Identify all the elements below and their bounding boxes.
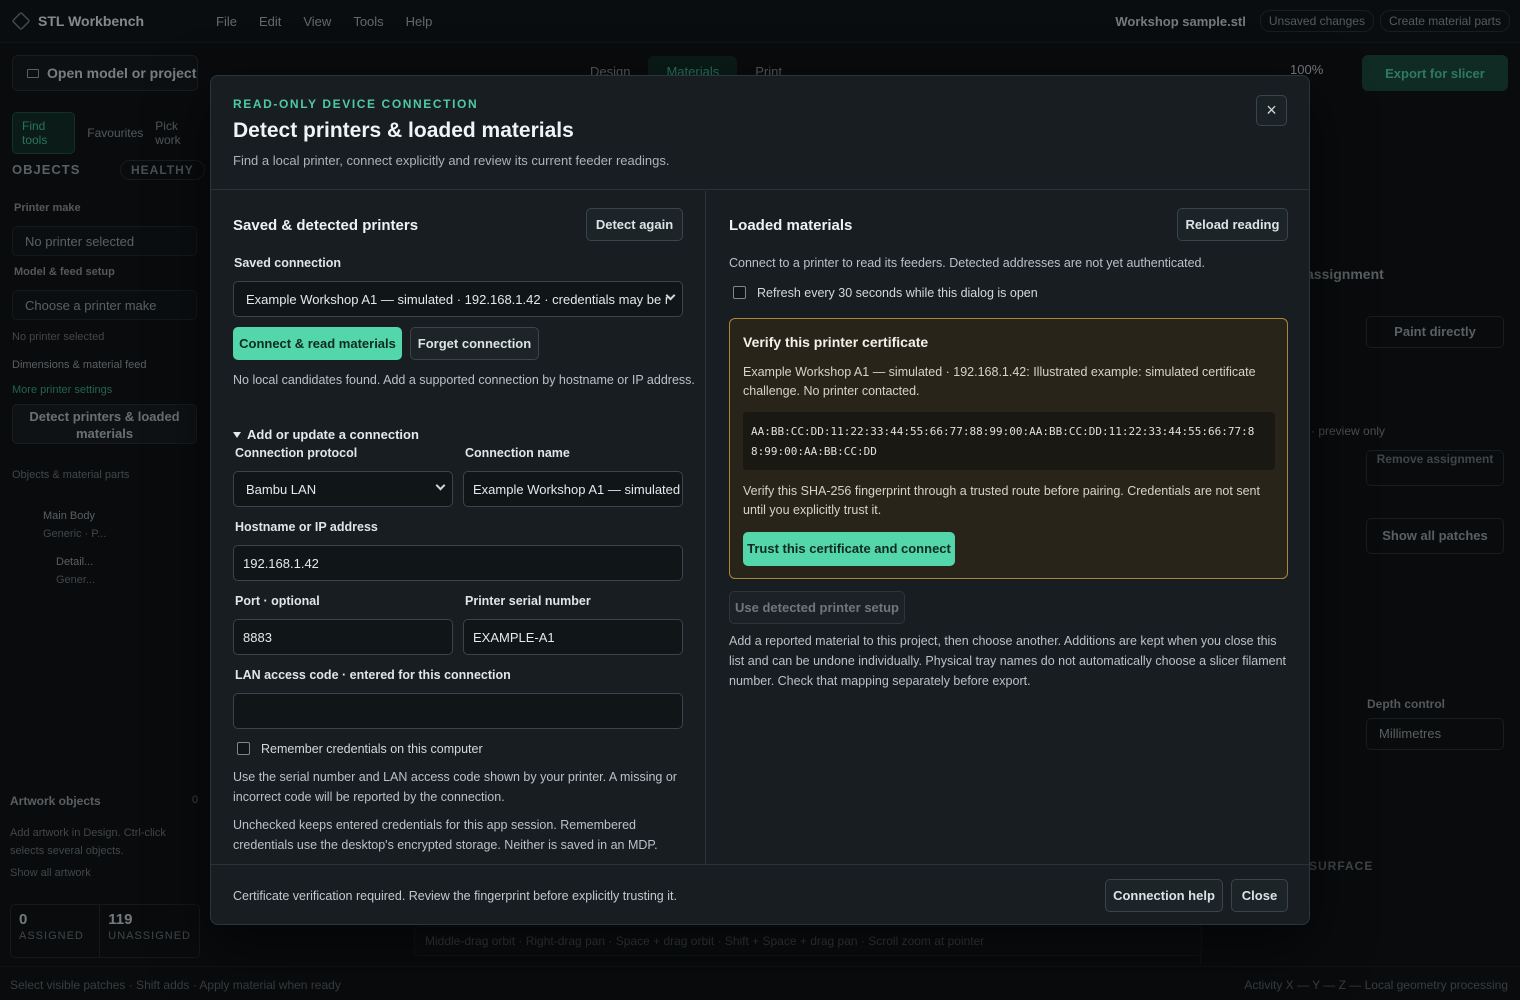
add-update-connection-label: Add or update a connection	[247, 427, 419, 442]
close-button[interactable]: Close	[1231, 879, 1288, 912]
saved-connection-select[interactable]: Example Workshop A1 — simulated · 192.16…	[233, 281, 683, 317]
saved-connection-label: Saved connection	[234, 256, 341, 270]
connection-name-input[interactable]: Example Workshop A1 — simulated	[463, 471, 683, 507]
use-detected-setup-button[interactable]: Use detected printer setup	[729, 591, 905, 624]
detect-printers-dialog: READ-ONLY DEVICE CONNECTION Detect print…	[210, 75, 1310, 925]
reload-reading-button[interactable]: Reload reading	[1177, 208, 1288, 241]
dialog-title: Detect printers & loaded materials	[233, 119, 574, 142]
close-icon[interactable]: ×	[1256, 95, 1287, 126]
hostname-input[interactable]: 192.168.1.42	[233, 545, 683, 581]
connection-help-button[interactable]: Connection help	[1105, 879, 1223, 912]
connection-protocol-value: Bambu LAN	[246, 482, 317, 497]
connect-read-materials-button[interactable]: Connect & read materials	[233, 327, 402, 360]
no-candidates-text: No local candidates found. Add a support…	[233, 373, 695, 387]
connection-protocol-label: Connection protocol	[235, 446, 358, 460]
detect-again-button[interactable]: Detect again	[586, 208, 683, 241]
add-update-connection-toggle[interactable]: Add or update a connection	[233, 427, 419, 442]
serial-number-input[interactable]: EXAMPLE-A1	[463, 619, 683, 655]
dialog-header: READ-ONLY DEVICE CONNECTION Detect print…	[211, 76, 1309, 190]
loaded-materials-heading: Loaded materials	[729, 217, 853, 234]
dialog-footer: Certificate verification required. Revie…	[211, 864, 1309, 924]
connection-name-label: Connection name	[465, 446, 570, 460]
certificate-verification-panel: Verify this printer certificate Example …	[729, 318, 1288, 579]
dialog-eyebrow: READ-ONLY DEVICE CONNECTION	[233, 97, 479, 111]
lan-access-code-input[interactable]	[233, 693, 683, 729]
certificate-panel-title: Verify this printer certificate	[743, 334, 929, 350]
add-material-note: Add a reported material to this project,…	[729, 634, 1287, 688]
disclosure-triangle-icon	[233, 431, 241, 438]
saved-printers-heading: Saved & detected printers	[233, 217, 419, 234]
loaded-materials-column: Loaded materials Reload reading Connect …	[707, 191, 1309, 864]
certificate-description: Example Workshop A1 — simulated · 192.16…	[743, 365, 1256, 398]
certificate-fingerprint: AA:BB:CC:DD:11:22:33:44:55:66:77:88:99:0…	[743, 412, 1275, 470]
remember-credentials-checkbox[interactable]	[237, 742, 250, 755]
serial-number-label: Printer serial number	[465, 594, 591, 608]
port-input[interactable]: 8883	[233, 619, 453, 655]
remember-credentials-label: Remember credentials on this computer	[261, 742, 483, 756]
dialog-subtitle: Find a local printer, connect explicitly…	[233, 153, 670, 168]
lan-access-code-label: LAN access code · entered for this conne…	[235, 668, 511, 682]
credentials-help-2: Unchecked keeps entered credentials for …	[233, 818, 658, 852]
connection-protocol-select[interactable]: Bambu LAN	[233, 471, 453, 507]
hostname-label: Hostname or IP address	[235, 520, 378, 534]
loaded-materials-intro: Connect to a printer to read its feeders…	[729, 256, 1205, 270]
forget-connection-button[interactable]: Forget connection	[410, 327, 539, 360]
footer-status: Certificate verification required. Revie…	[233, 889, 677, 903]
saved-printers-column: Saved & detected printers Detect again S…	[211, 191, 706, 864]
certificate-note: Verify this SHA-256 fingerprint through …	[743, 484, 1260, 517]
auto-refresh-label: Refresh every 30 seconds while this dial…	[757, 286, 1038, 300]
saved-connection-value: Example Workshop A1 — simulated · 192.16…	[246, 292, 670, 307]
port-label: Port · optional	[235, 594, 320, 608]
credentials-help-1: Use the serial number and LAN access cod…	[233, 770, 677, 804]
auto-refresh-checkbox[interactable]	[733, 286, 746, 299]
trust-certificate-button[interactable]: Trust this certificate and connect	[743, 532, 955, 566]
